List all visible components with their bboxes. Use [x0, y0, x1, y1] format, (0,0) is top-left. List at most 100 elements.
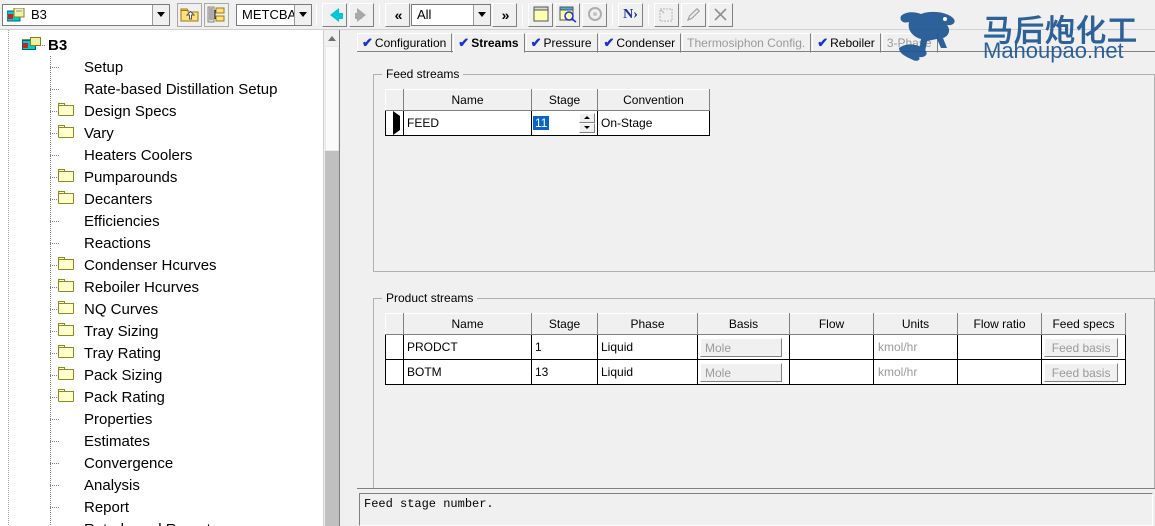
product-flow-ratio-cell[interactable]: [957, 359, 1042, 385]
product-units-cell[interactable]: kmol/hr: [873, 359, 958, 385]
feed-basis-button[interactable]: Feed basis: [1044, 337, 1119, 357]
sidebar-item-reboiler-hcurves[interactable]: Reboiler Hcurves: [0, 276, 339, 298]
sidebar-item-heaters-coolers[interactable]: Heaters Coolers: [0, 144, 339, 166]
units-value[interactable]: kmol/hr: [876, 336, 954, 358]
feed-basis-button[interactable]: Feed basis: [1044, 362, 1119, 382]
stage-increment-button[interactable]: [579, 112, 595, 123]
product-units-cell[interactable]: kmol/hr: [873, 334, 958, 360]
delete-object-button[interactable]: [708, 2, 733, 27]
forward-button[interactable]: [349, 2, 374, 27]
tree-view-button[interactable]: [204, 2, 229, 27]
tab-condenser[interactable]: ✔ Condenser: [598, 33, 682, 53]
feed-stage-spinner[interactable]: [579, 112, 595, 134]
product-basis-cell[interactable]: Mole: [697, 334, 790, 360]
product-flow-cell[interactable]: [789, 334, 874, 360]
product-streams-table[interactable]: Name Stage Phase Basis Flow Units Flow ratio Fe…: [385, 313, 1126, 385]
sidebar-item-efficiencies[interactable]: Efficiencies: [0, 210, 339, 232]
object-selector-chevron-down-icon[interactable]: [152, 4, 169, 25]
product-table-row[interactable]: PRODCT 1 Liquid Mole kmol/hr Feed basis: [385, 334, 1126, 360]
sidebar-item-setup[interactable]: Setup: [0, 56, 339, 78]
row-selector-indicator[interactable]: [385, 359, 404, 385]
tree-root-b3[interactable]: B3: [0, 34, 339, 56]
edit-object-button[interactable]: [681, 2, 706, 27]
sidebar-item-report[interactable]: Report: [0, 496, 339, 518]
go-up-folder-button[interactable]: [177, 2, 202, 27]
row-selector-indicator[interactable]: [385, 334, 404, 360]
feed-table-row[interactable]: FEED 11 On-Stage: [385, 110, 710, 136]
product-column-header[interactable]: Feed specs: [1041, 313, 1126, 335]
sidebar-item-pumparounds[interactable]: Pumparounds: [0, 166, 339, 188]
feed-convention-cell[interactable]: On-Stage: [597, 110, 710, 136]
sidebar-item-tray-rating[interactable]: Tray Rating: [0, 342, 339, 364]
feed-column-header[interactable]: Name: [403, 89, 532, 111]
feed-column-header[interactable]: Convention: [597, 89, 710, 111]
tab-pressure[interactable]: ✔ Pressure: [525, 33, 598, 53]
results-button[interactable]: [555, 2, 580, 27]
row-selector-indicator[interactable]: [385, 110, 404, 136]
product-flow-ratio-cell[interactable]: [957, 334, 1042, 360]
tab-reboiler[interactable]: ✔ Reboiler: [812, 33, 881, 53]
feed-column-header[interactable]: Stage: [531, 89, 598, 111]
feed-name-cell[interactable]: FEED: [403, 110, 532, 136]
settings-button[interactable]: [582, 2, 607, 27]
notes-button[interactable]: [528, 2, 553, 27]
sidebar-item-vary[interactable]: Vary: [0, 122, 339, 144]
product-column-header[interactable]: Flow: [789, 313, 874, 335]
product-column-header[interactable]: Stage: [531, 313, 598, 335]
product-feed-specs-cell[interactable]: Feed basis: [1041, 359, 1126, 385]
product-phase-cell[interactable]: Liquid: [597, 334, 698, 360]
sidebar-item-tray-sizing[interactable]: Tray Sizing: [0, 320, 339, 342]
tab-bar[interactable]: ✔ Configuration ✔ Streams ✔ Pressure ✔ Condense…: [357, 30, 939, 53]
back-button[interactable]: [322, 2, 347, 27]
form-selector-combo[interactable]: METCBA: [236, 3, 312, 26]
navigation-sidebar[interactable]: B3 Setup Rate-based Distillation Setup Desi…: [0, 30, 340, 526]
sidebar-item-decanters[interactable]: Decanters: [0, 188, 339, 210]
product-column-header[interactable]: Flow ratio: [957, 313, 1042, 335]
product-stage-cell[interactable]: 1: [531, 334, 598, 360]
sidebar-item-rate-based-distillation-setup[interactable]: Rate-based Distillation Setup: [0, 78, 339, 100]
sidebar-item-estimates[interactable]: Estimates: [0, 430, 339, 452]
product-column-header[interactable]: Phase: [597, 313, 698, 335]
sidebar-item-nq-curves[interactable]: NQ Curves: [0, 298, 339, 320]
basis-dropdown[interactable]: Mole: [700, 337, 782, 357]
sidebar-item-pack-rating[interactable]: Pack Rating: [0, 386, 339, 408]
object-selector-combo[interactable]: B3: [2, 3, 170, 26]
sidebar-item-analysis[interactable]: Analysis: [0, 474, 339, 496]
next-input-nav-button[interactable]: »: [492, 2, 517, 27]
view-filter-chevron-down-icon[interactable]: [473, 4, 490, 25]
previous-input-button[interactable]: «: [385, 2, 410, 27]
product-table-row[interactable]: BOTM 13 Liquid Mole kmol/hr Feed basis: [385, 359, 1126, 385]
scrollbar-track[interactable]: [325, 151, 339, 526]
product-name-cell[interactable]: BOTM: [403, 359, 532, 385]
new-object-button[interactable]: [654, 2, 679, 27]
product-stage-cell[interactable]: 13: [531, 359, 598, 385]
product-flow-cell[interactable]: [789, 359, 874, 385]
stage-decrement-button[interactable]: [579, 122, 595, 133]
basis-dropdown[interactable]: Mole: [700, 362, 782, 382]
product-basis-cell[interactable]: Mole: [697, 359, 790, 385]
units-value[interactable]: kmol/hr: [876, 361, 954, 383]
product-phase-cell[interactable]: Liquid: [597, 359, 698, 385]
sidebar-item-properties[interactable]: Properties: [0, 408, 339, 430]
sidebar-item-convergence[interactable]: Convergence: [0, 452, 339, 474]
product-column-header[interactable]: Basis: [697, 313, 790, 335]
tab-configuration[interactable]: ✔ Configuration: [357, 33, 453, 53]
sidebar-item-rate-based-report[interactable]: Rate-based Report: [0, 518, 339, 526]
feed-streams-table[interactable]: Name Stage Convention FEED 11 On-Stage: [385, 89, 710, 136]
sidebar-scrollbar[interactable]: [323, 30, 339, 526]
navigation-tree[interactable]: B3 Setup Rate-based Distillation Setup Desi…: [0, 30, 339, 526]
product-column-header[interactable]: Name: [403, 313, 532, 335]
view-filter-combo[interactable]: All: [411, 3, 491, 26]
sidebar-item-reactions[interactable]: Reactions: [0, 232, 339, 254]
sidebar-item-pack-sizing[interactable]: Pack Sizing: [0, 364, 339, 386]
product-column-header[interactable]: Units: [873, 313, 958, 335]
sidebar-item-design-specs[interactable]: Design Specs: [0, 100, 339, 122]
product-name-cell[interactable]: PRODCT: [403, 334, 532, 360]
form-selector-chevron-down-icon[interactable]: [294, 4, 311, 25]
sidebar-item-condenser-hcurves[interactable]: Condenser Hcurves: [0, 254, 339, 276]
product-feed-specs-cell[interactable]: Feed basis: [1041, 334, 1126, 360]
scrollbar-thumb[interactable]: [325, 46, 339, 151]
tab-streams[interactable]: ✔ Streams: [453, 33, 525, 53]
feed-stage-cell[interactable]: 11: [531, 110, 598, 136]
next-required-input-button[interactable]: N›: [618, 2, 643, 27]
